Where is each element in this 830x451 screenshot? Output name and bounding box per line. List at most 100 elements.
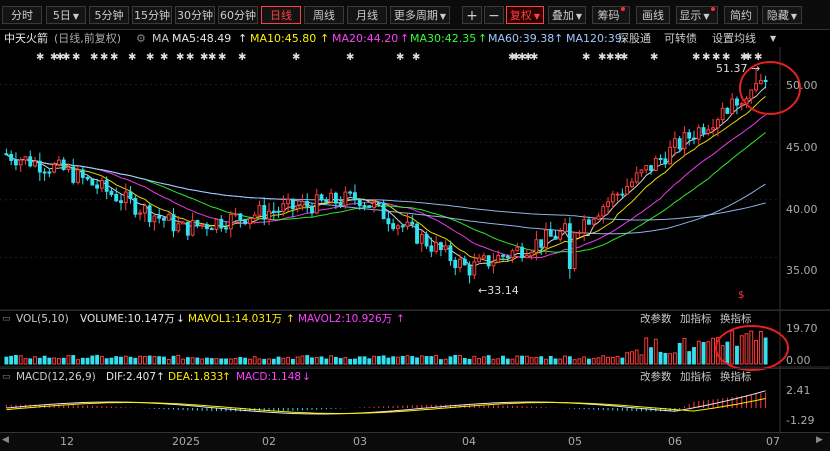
event-star-icon: ✱	[346, 52, 354, 63]
candle-body	[534, 239, 539, 253]
candle-body	[653, 157, 658, 171]
tab-5min[interactable]: 5分钟	[89, 6, 129, 24]
candle-body	[224, 227, 228, 230]
candle-body	[85, 176, 90, 180]
volume-bar	[419, 355, 424, 365]
price-tick-label: 35.00	[786, 264, 818, 277]
adjust-dropdown[interactable]: 复权 ▼	[506, 6, 544, 24]
collapse-icon[interactable]: ▭	[2, 369, 11, 385]
volume-bar	[85, 357, 90, 365]
draw-line-button[interactable]: 画线	[636, 6, 670, 24]
arrow-right-icon: →	[747, 62, 761, 75]
candle-body	[343, 191, 348, 206]
volume-bar	[4, 356, 9, 365]
tab-monthly[interactable]: 月线	[347, 6, 387, 24]
candle-body	[763, 79, 768, 83]
candle-body	[310, 205, 314, 214]
x-tick-label: 12	[60, 435, 74, 448]
chip-button[interactable]: 筹码	[592, 6, 630, 24]
notification-dot	[710, 7, 715, 11]
macd-tick-label: 2.41	[786, 384, 811, 397]
tab-timeshare[interactable]: 分时	[2, 6, 42, 24]
candle-body	[558, 230, 563, 240]
event-star-icon: ✱	[128, 52, 136, 63]
volume-bar	[496, 358, 501, 365]
candle-body	[443, 245, 448, 251]
candle-body	[606, 201, 610, 208]
zoom-in-button[interactable]: +	[462, 6, 482, 24]
macd-switch-indicator-button[interactable]: 换指标	[720, 369, 752, 385]
candle-body	[615, 193, 620, 196]
volume-bar	[257, 358, 262, 365]
volume-bar	[510, 358, 515, 365]
macd-header: ▭ MACD(12,26,9) DIF:2.407 ↑ DEA:1.833 ↑ …	[0, 368, 830, 385]
candle-body	[243, 218, 248, 225]
volume-bar	[99, 355, 104, 365]
tab-15min[interactable]: 15分钟	[132, 6, 172, 24]
volume-bar	[458, 354, 462, 365]
vol-switch-indicator-button[interactable]: 换指标	[720, 311, 752, 327]
volume-bar	[138, 355, 143, 365]
candle-body	[276, 210, 281, 213]
event-star-icon: ✱	[292, 52, 300, 63]
vol-title: VOL(5,10)	[16, 313, 69, 325]
scroll-right-icon[interactable]: ▶	[816, 435, 823, 445]
candle-body	[730, 98, 735, 114]
hide-button[interactable]: 隐藏 ▼	[762, 6, 802, 24]
macd-add-indicator-button[interactable]: 加指标	[680, 369, 712, 385]
volume-bar	[219, 358, 224, 365]
volume-bar	[195, 357, 200, 365]
candle-body	[42, 171, 47, 174]
tab-daily[interactable]: 日线	[261, 6, 301, 24]
tab-60min[interactable]: 60分钟	[218, 6, 258, 24]
candle-body	[362, 205, 367, 208]
volume-bar	[658, 351, 663, 365]
tab-weekly[interactable]: 周线	[304, 6, 344, 24]
volume-bar	[563, 355, 567, 365]
ma10-line	[6, 96, 766, 264]
candle-body	[190, 219, 195, 236]
vol-add-indicator-button[interactable]: 加指标	[680, 311, 712, 327]
macd-edit-params-button[interactable]: 改参数	[640, 369, 672, 385]
simple-button[interactable]: 简约	[724, 6, 758, 24]
vol-edit-params-button[interactable]: 改参数	[640, 311, 672, 327]
candle-body	[434, 242, 439, 252]
candle-body	[692, 137, 696, 140]
event-star-icon: ✱	[110, 52, 118, 63]
candle-body	[238, 213, 243, 220]
candle-body	[324, 199, 329, 203]
volume-bar	[663, 353, 668, 365]
candle-body	[663, 158, 668, 165]
candle-body	[629, 181, 634, 187]
display-dropdown[interactable]: 显示 ▼	[676, 6, 718, 24]
time-axis: ◀ 12 2025 02 03 04 05 06 07 ▶	[0, 432, 830, 451]
volume-bar	[730, 330, 735, 365]
candle-body	[668, 146, 673, 165]
volume-bar	[677, 342, 682, 365]
candle-body	[510, 250, 515, 258]
volume-bar	[205, 357, 209, 365]
candle-body	[138, 212, 143, 215]
candle-body	[95, 184, 100, 189]
event-star-icon: ✱	[208, 52, 216, 63]
tab-more-periods[interactable]: 更多周期 ▼	[390, 6, 450, 24]
event-star-icon: ✱	[238, 52, 246, 63]
event-star-icon: ✱	[620, 52, 628, 63]
chevron-down-icon: ▼	[790, 12, 798, 21]
tab-30min[interactable]: 30分钟	[175, 6, 215, 24]
overlay-dropdown[interactable]: 叠加 ▼	[548, 6, 586, 24]
collapse-icon[interactable]: ▭	[2, 311, 11, 327]
candle-body	[739, 103, 744, 106]
volume-bar	[190, 357, 195, 365]
scroll-left-icon[interactable]: ◀	[2, 435, 9, 445]
volume-tick-label: 0.00	[786, 354, 811, 367]
candle-body	[496, 254, 501, 263]
zoom-out-button[interactable]: −	[484, 6, 504, 24]
volume-header: ▭ VOL(5,10) VOLUME:10.147万 ↓ MAVOL1:14.0…	[0, 310, 830, 327]
macd-title: MACD(12,26,9)	[16, 371, 96, 383]
volume-bar	[128, 356, 133, 365]
tab-5day[interactable]: 5日 ▼	[46, 6, 86, 24]
volume-bar	[166, 358, 171, 365]
candle-body	[333, 192, 338, 204]
volume-bar	[348, 358, 353, 365]
